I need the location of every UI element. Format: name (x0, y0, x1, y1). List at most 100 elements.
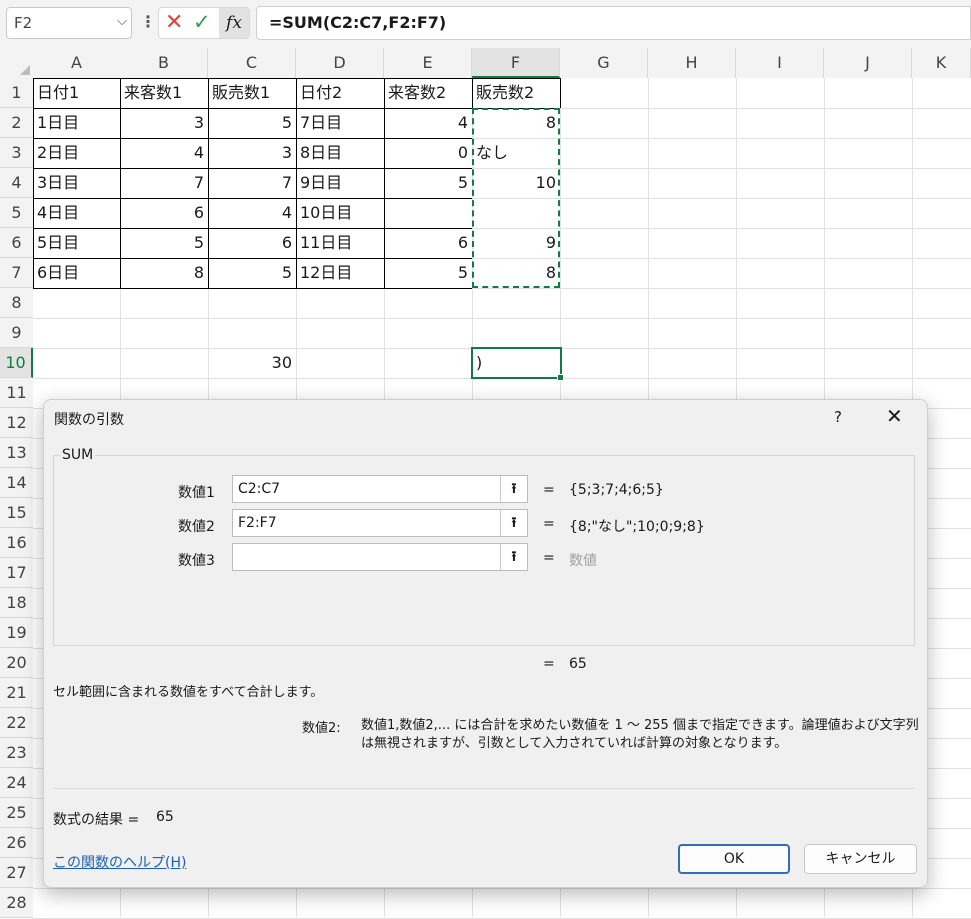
ok-button[interactable]: OK (678, 844, 790, 874)
row-header-12[interactable]: 12 (0, 408, 33, 438)
cell-b4[interactable]: 7 (120, 168, 208, 198)
row-header-15[interactable]: 15 (0, 498, 33, 528)
row-header-24[interactable]: 24 (0, 768, 33, 798)
select-all-corner[interactable] (0, 48, 33, 78)
row-header-8[interactable]: 8 (0, 288, 33, 318)
chevron-down-icon[interactable]: ⌵ (117, 14, 127, 29)
row-header-23[interactable]: 23 (0, 738, 33, 768)
column-header-a[interactable]: A (33, 48, 121, 78)
row-header-21[interactable]: 21 (0, 678, 33, 708)
row-header-22[interactable]: 22 (0, 708, 33, 738)
cell-e6[interactable]: 6 (384, 228, 472, 258)
collapse-dialog-icon[interactable]: ⭱ (500, 544, 527, 570)
column-header-f[interactable]: F (472, 48, 560, 78)
cell-a5[interactable]: 4日目 (33, 198, 121, 228)
cell-c2[interactable]: 5 (208, 108, 296, 138)
cell-b6[interactable]: 5 (120, 228, 208, 258)
cell-c1[interactable]: 販売数1 (208, 78, 296, 108)
column-header-b[interactable]: B (120, 48, 208, 78)
row-header-14[interactable]: 14 (0, 468, 33, 498)
cell-c7[interactable]: 5 (208, 258, 296, 288)
cell-b7[interactable]: 8 (120, 258, 208, 288)
row-header-9[interactable]: 9 (0, 318, 33, 348)
cell-d5[interactable]: 10日目 (296, 198, 384, 228)
arg2-input[interactable]: F2:F7 ⭱ (232, 509, 528, 537)
cell-d1[interactable]: 日付2 (296, 78, 384, 108)
cell-a6[interactable]: 5日目 (33, 228, 121, 258)
formula-buttons: ✕ ✓ fx (158, 7, 250, 39)
column-header-i[interactable]: I (736, 48, 824, 78)
cell-c10[interactable]: 30 (208, 348, 296, 378)
column-header-j[interactable]: J (824, 48, 912, 78)
cell-a1[interactable]: 日付1 (33, 78, 121, 108)
cell-e1[interactable]: 来客数2 (384, 78, 472, 108)
cell-d2[interactable]: 7日目 (296, 108, 384, 138)
row-header-5[interactable]: 5 (0, 198, 33, 228)
row-header-18[interactable]: 18 (0, 588, 33, 618)
arg1-input[interactable]: C2:C7 ⭱ (232, 475, 528, 503)
column-header-g[interactable]: G (560, 48, 648, 78)
insert-function-icon[interactable]: fx (219, 8, 249, 38)
column-header-e[interactable]: E (384, 48, 472, 78)
name-box-value: F2 (14, 14, 33, 32)
cell-d7[interactable]: 12日目 (296, 258, 384, 288)
cell-c6[interactable]: 6 (208, 228, 296, 258)
cell-e5[interactable] (384, 198, 472, 228)
cancel-icon[interactable]: ✕ (165, 10, 183, 35)
row-header-11[interactable]: 11 (0, 378, 33, 408)
enter-icon[interactable]: ✓ (193, 10, 211, 34)
row-header-19[interactable]: 19 (0, 618, 33, 648)
cell-e3[interactable]: 0 (384, 138, 472, 168)
cell-b3[interactable]: 4 (120, 138, 208, 168)
row-header-3[interactable]: 3 (0, 138, 33, 168)
row-header-1[interactable]: 1 (0, 78, 33, 108)
function-help-link[interactable]: この関数のヘルプ(H) (53, 852, 186, 872)
fill-handle[interactable] (557, 374, 564, 381)
close-icon[interactable]: ✕ (886, 404, 903, 428)
help-icon[interactable]: ? (834, 408, 842, 426)
cell-e7[interactable]: 5 (384, 258, 472, 288)
row-header-20[interactable]: 20 (0, 648, 33, 678)
cell-e4[interactable]: 5 (384, 168, 472, 198)
cell-b2[interactable]: 3 (120, 108, 208, 138)
name-box[interactable]: F2 ⌵ (6, 7, 132, 39)
cell-a7[interactable]: 6日目 (33, 258, 121, 288)
cell-a3[interactable]: 2日目 (33, 138, 121, 168)
row-header-28[interactable]: 28 (0, 888, 33, 918)
row-header-25[interactable]: 25 (0, 798, 33, 828)
cell-b5[interactable]: 6 (120, 198, 208, 228)
row-header-26[interactable]: 26 (0, 828, 33, 858)
column-header-h[interactable]: H (648, 48, 736, 78)
cell-f1[interactable]: 販売数2 (472, 78, 560, 108)
cell-b1[interactable]: 来客数1 (120, 78, 208, 108)
cell-e2[interactable]: 4 (384, 108, 472, 138)
cell-a2[interactable]: 1日目 (33, 108, 121, 138)
column-header-d[interactable]: D (296, 48, 384, 78)
arg3-input[interactable]: ⭱ (232, 543, 528, 571)
cancel-button[interactable]: キャンセル (804, 844, 917, 874)
more-options-icon[interactable]: ⋮ (140, 12, 156, 31)
cell-c3[interactable]: 3 (208, 138, 296, 168)
column-header-c[interactable]: C (208, 48, 296, 78)
cell-a4[interactable]: 3日目 (33, 168, 121, 198)
cell-c4[interactable]: 7 (208, 168, 296, 198)
arg2-result: {8;"なし";10;0;9;8} (569, 519, 705, 535)
row-header-10[interactable]: 10 (0, 348, 33, 378)
row-header-6[interactable]: 6 (0, 228, 33, 258)
cell-d6[interactable]: 11日目 (296, 228, 384, 258)
row-header-2[interactable]: 2 (0, 108, 33, 138)
active-cell-selection[interactable] (471, 347, 564, 381)
cell-d4[interactable]: 9日目 (296, 168, 384, 198)
cell-d3[interactable]: 8日目 (296, 138, 384, 168)
row-header-4[interactable]: 4 (0, 168, 33, 198)
formula-input[interactable]: =SUM(C2:C7,F2:F7) (256, 6, 971, 40)
cell-c5[interactable]: 4 (208, 198, 296, 228)
row-header-7[interactable]: 7 (0, 258, 33, 288)
column-header-k[interactable]: K (912, 48, 971, 78)
row-header-16[interactable]: 16 (0, 528, 33, 558)
collapse-dialog-icon[interactable]: ⭱ (500, 476, 527, 502)
row-header-17[interactable]: 17 (0, 558, 33, 588)
row-header-27[interactable]: 27 (0, 858, 33, 888)
collapse-dialog-icon[interactable]: ⭱ (500, 510, 527, 536)
row-header-13[interactable]: 13 (0, 438, 33, 468)
